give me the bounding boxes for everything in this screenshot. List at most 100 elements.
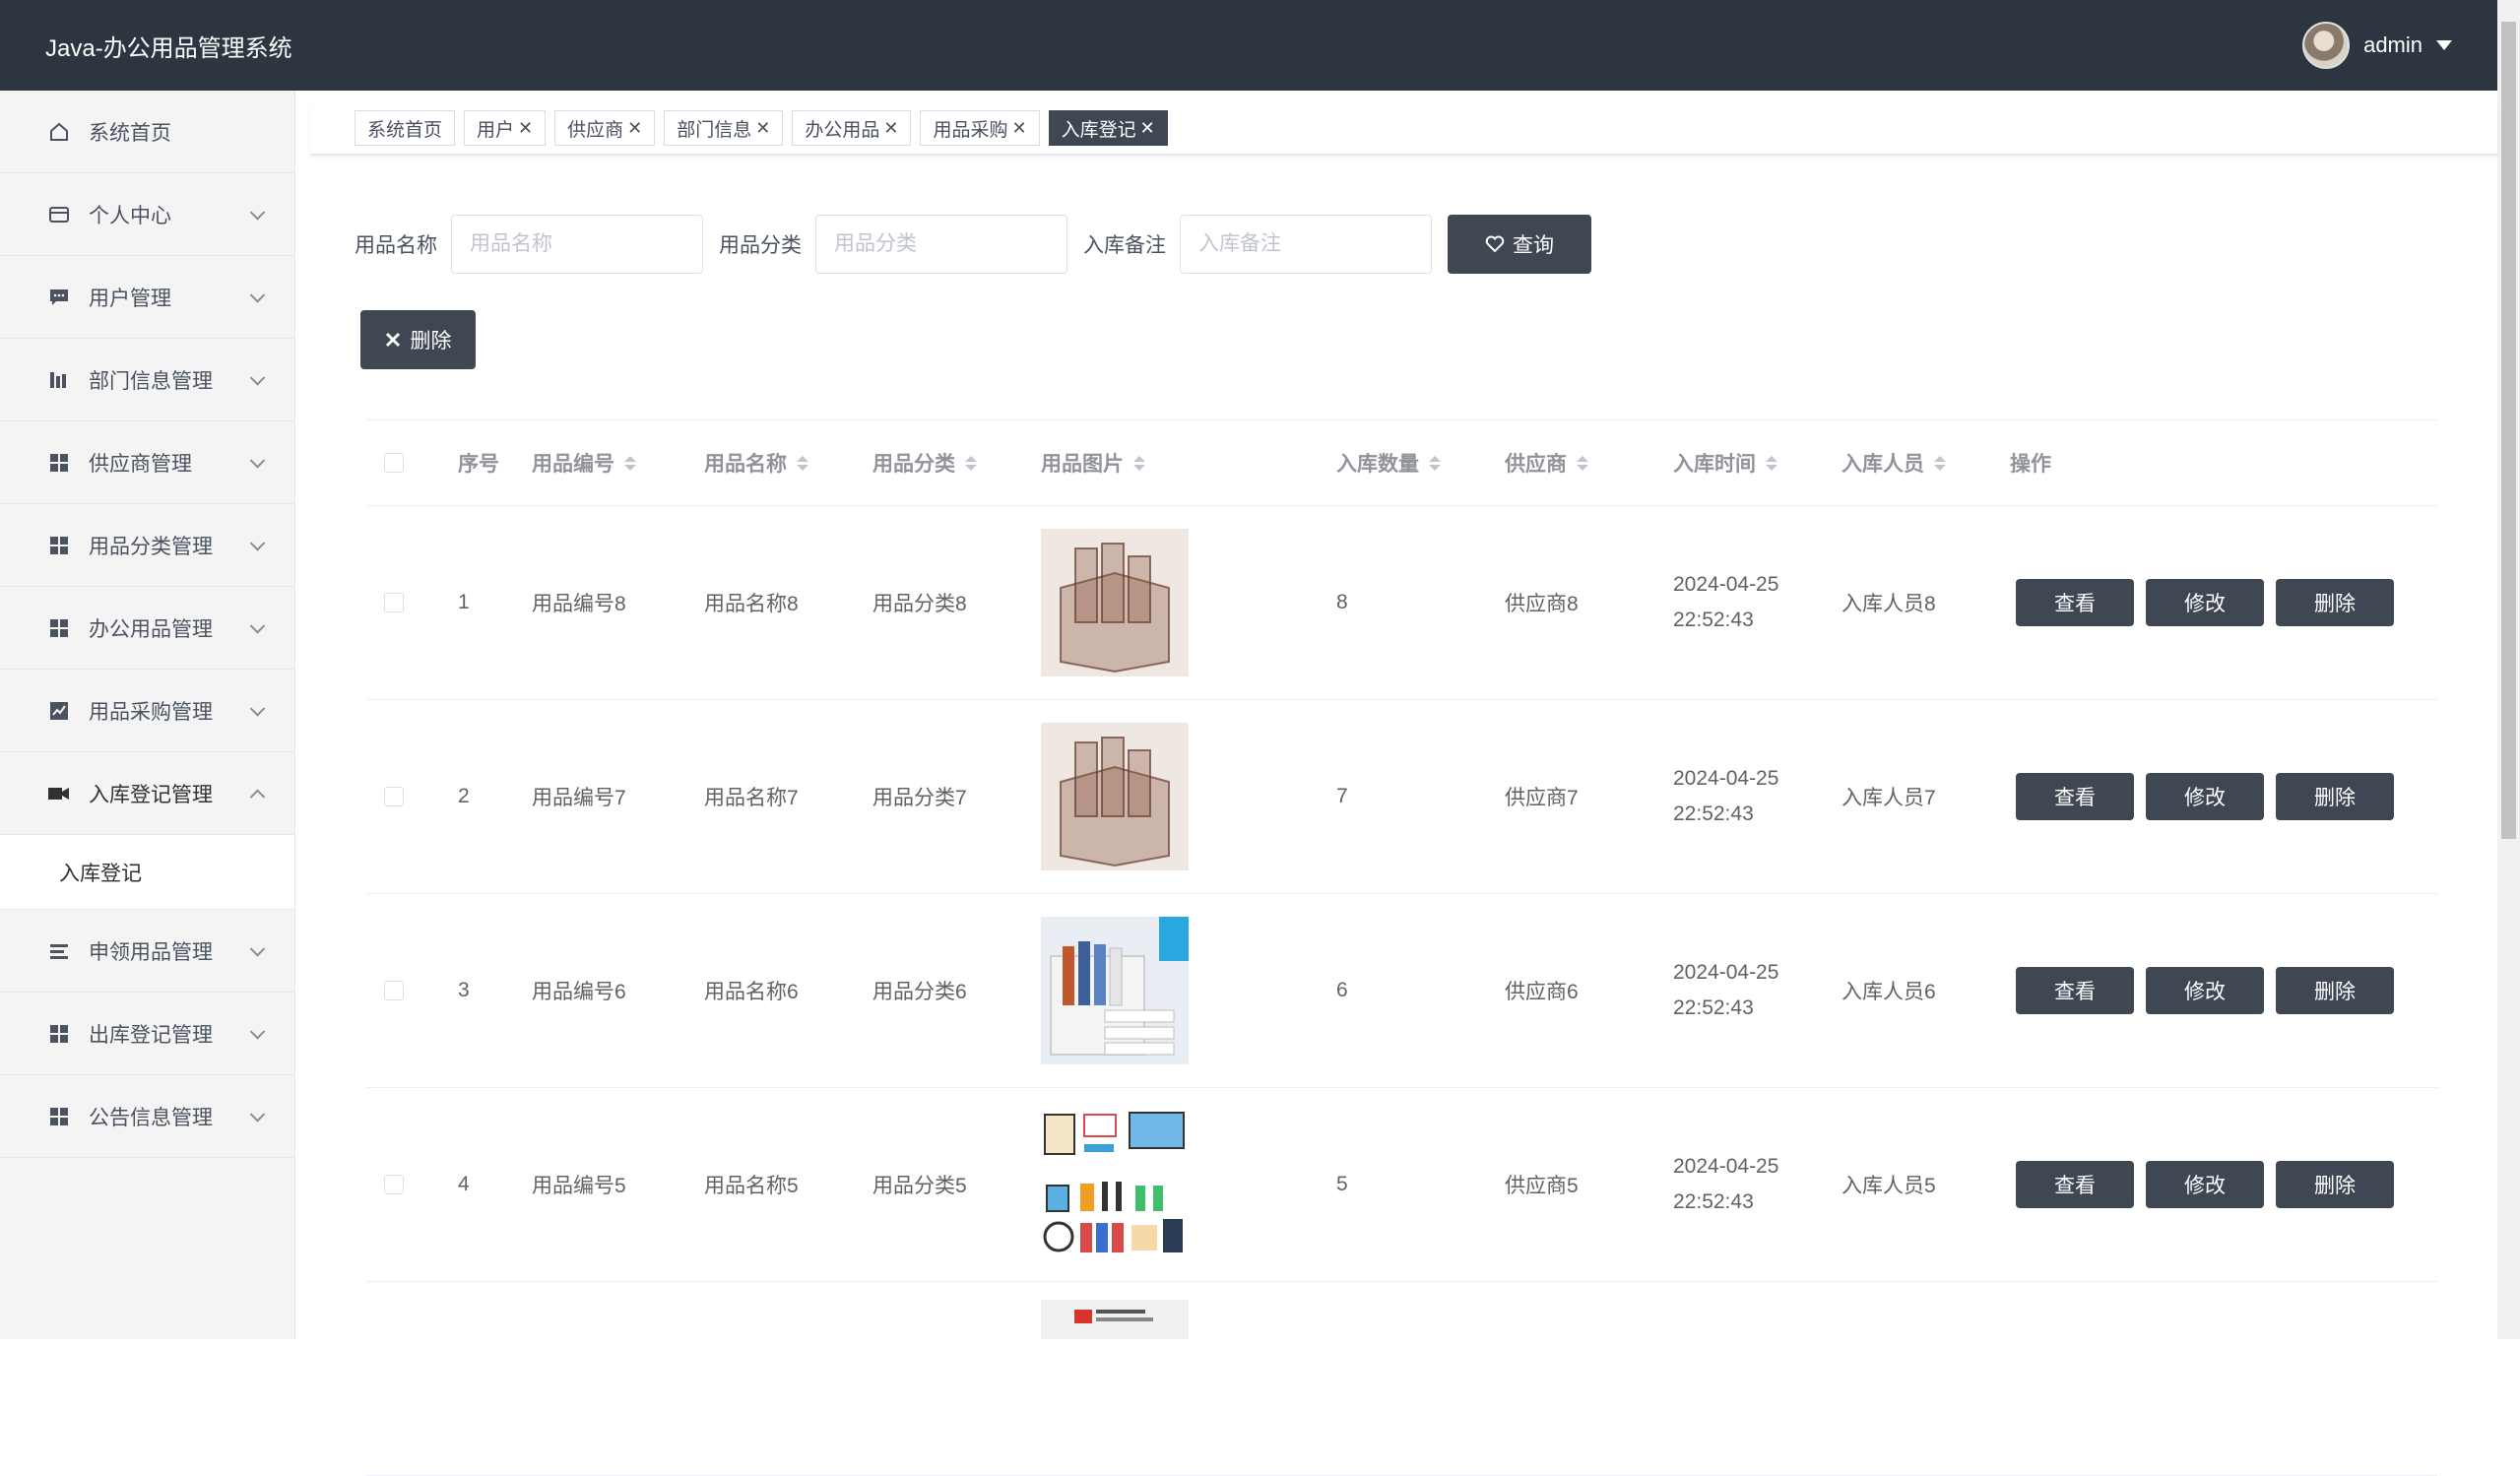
sort-icon[interactable]: [1577, 455, 1588, 471]
cell-supplier: 供应商7: [1505, 787, 1579, 809]
avatar[interactable]: [2302, 22, 2351, 69]
category-input[interactable]: [815, 215, 1067, 274]
sidebar-item-personal[interactable]: 个人中心: [0, 173, 294, 256]
scrollbar-thumb[interactable]: [2501, 22, 2516, 839]
sidebar-item-outbound[interactable]: 出库登记管理: [0, 993, 294, 1075]
product-image[interactable]: [1041, 1111, 1189, 1258]
sidebar-item-label: 公告信息管理: [89, 1106, 213, 1129]
sidebar-item-inbound[interactable]: 入库登记管理: [0, 752, 294, 835]
delete-button[interactable]: 删除: [2276, 579, 2394, 626]
list-icon: [47, 939, 71, 963]
sort-icon[interactable]: [1429, 455, 1441, 471]
table-row: 1 用品编号8 用品名称8 用品分类8 8 供应商8 2024-04-25 22…: [366, 506, 2437, 700]
sort-icon[interactable]: [1133, 455, 1145, 471]
heart-icon: [1485, 235, 1505, 253]
close-icon[interactable]: ✕: [518, 118, 533, 139]
app-title: Java-办公用品管理系统: [45, 34, 292, 62]
sidebar-item-suppliers[interactable]: 供应商管理: [0, 421, 294, 504]
sidebar-item-announcements[interactable]: 公告信息管理: [0, 1075, 294, 1158]
table-row: [366, 1282, 2437, 1476]
close-icon: [385, 332, 400, 348]
header-qty[interactable]: 入库数量: [1336, 420, 1441, 505]
row-checkbox[interactable]: [384, 981, 404, 1000]
chevron-down-icon: [249, 617, 266, 634]
row-checkbox[interactable]: [384, 593, 404, 612]
sort-icon[interactable]: [1934, 455, 1946, 471]
sidebar-item-departments[interactable]: 部门信息管理: [0, 339, 294, 421]
product-image[interactable]: [1041, 723, 1189, 870]
header-code[interactable]: 用品编号: [532, 420, 636, 505]
header-person[interactable]: 入库人员: [1842, 420, 1946, 505]
username[interactable]: admin: [2363, 32, 2423, 58]
sidebar-item-label: 系统首页: [89, 121, 171, 145]
sort-icon[interactable]: [1766, 455, 1777, 471]
sort-icon[interactable]: [797, 455, 808, 471]
tab-inbound-register[interactable]: 入库登记 ✕: [1048, 110, 1168, 146]
close-icon[interactable]: ✕: [755, 118, 770, 139]
sidebar-item-categories[interactable]: 用品分类管理: [0, 504, 294, 587]
caret-down-icon[interactable]: [2436, 40, 2452, 50]
grid-icon: [47, 534, 71, 557]
edit-button[interactable]: 修改: [2146, 967, 2264, 1014]
cell-category: 用品分类8: [872, 593, 967, 615]
product-image[interactable]: [1041, 917, 1189, 1064]
edit-button[interactable]: 修改: [2146, 1161, 2264, 1208]
edit-button[interactable]: 修改: [2146, 773, 2264, 820]
sort-icon[interactable]: [624, 455, 636, 471]
sidebar-item-label: 用品分类管理: [89, 535, 213, 558]
header-category[interactable]: 用品分类: [872, 420, 977, 505]
delete-button[interactable]: 删除: [2276, 1161, 2394, 1208]
row-checkbox[interactable]: [384, 787, 404, 806]
view-button[interactable]: 查看: [2016, 1161, 2134, 1208]
product-image[interactable]: [1041, 529, 1189, 676]
close-icon[interactable]: ✕: [1140, 118, 1155, 139]
product-image[interactable]: [1041, 1300, 1189, 1339]
batch-delete-button[interactable]: 删除: [360, 310, 476, 369]
tab-home[interactable]: 系统首页: [355, 110, 456, 146]
grid-icon: [47, 616, 71, 640]
tab-supplies[interactable]: 办公用品 ✕: [792, 110, 912, 146]
view-button[interactable]: 查看: [2016, 773, 2134, 820]
cell-qty: 8: [1336, 591, 1348, 613]
sidebar-subitem-inbound-register[interactable]: 入库登记: [0, 835, 294, 910]
cell-name: 用品名称7: [704, 787, 799, 809]
row-checkbox[interactable]: [384, 1175, 404, 1194]
header-image[interactable]: 用品图片: [1041, 420, 1145, 505]
sidebar-item-home[interactable]: 系统首页: [0, 91, 294, 173]
remark-input[interactable]: [1180, 215, 1432, 274]
sidebar-item-users[interactable]: 用户管理: [0, 256, 294, 339]
sidebar-item-requisition[interactable]: 申领用品管理: [0, 910, 294, 993]
name-input[interactable]: [451, 215, 703, 274]
header-name[interactable]: 用品名称: [704, 420, 808, 505]
close-icon[interactable]: ✕: [1011, 118, 1026, 139]
view-button[interactable]: 查看: [2016, 967, 2134, 1014]
tags-view: 系统首页 用户 ✕ 供应商 ✕ 部门信息 ✕ 办公用品 ✕ 用品采购 ✕ 入库登记 ✕: [310, 102, 2497, 156]
tab-purchasing[interactable]: 用品采购 ✕: [920, 110, 1040, 146]
query-button[interactable]: 查询: [1448, 215, 1591, 274]
edit-button[interactable]: 修改: [2146, 579, 2264, 626]
delete-button[interactable]: 删除: [2276, 773, 2394, 820]
page-scrollbar[interactable]: [2497, 0, 2520, 1339]
header-supplier[interactable]: 供应商: [1505, 420, 1588, 505]
sidebar-item-purchasing[interactable]: 用品采购管理: [0, 670, 294, 752]
delete-button[interactable]: 删除: [2276, 967, 2394, 1014]
chevron-down-icon: [249, 1106, 266, 1123]
tab-suppliers[interactable]: 供应商 ✕: [554, 110, 656, 146]
close-icon[interactable]: ✕: [883, 118, 898, 139]
table-header: 序号 用品编号 用品名称 用品分类 用品图片 入库数量 供应商 入库时间 入库人…: [366, 419, 2437, 506]
select-all-checkbox[interactable]: [384, 453, 404, 473]
sort-icon[interactable]: [965, 455, 977, 471]
cell-index: 4: [458, 1173, 470, 1195]
cell-person: 入库人员5: [1842, 1175, 1936, 1197]
tab-departments[interactable]: 部门信息 ✕: [664, 110, 784, 146]
tab-label: 部门信息: [677, 119, 752, 141]
header-time[interactable]: 入库时间: [1673, 420, 1777, 505]
sidebar-item-supplies[interactable]: 办公用品管理: [0, 587, 294, 670]
user-menu[interactable]: admin: [2302, 22, 2452, 69]
close-icon[interactable]: ✕: [627, 118, 642, 139]
cell-person: 入库人员6: [1842, 981, 1936, 1003]
sidebar-item-label: 申领用品管理: [89, 940, 213, 964]
view-button[interactable]: 查看: [2016, 579, 2134, 626]
header-ops: 操作: [2010, 453, 2051, 476]
tab-users[interactable]: 用户 ✕: [464, 110, 547, 146]
